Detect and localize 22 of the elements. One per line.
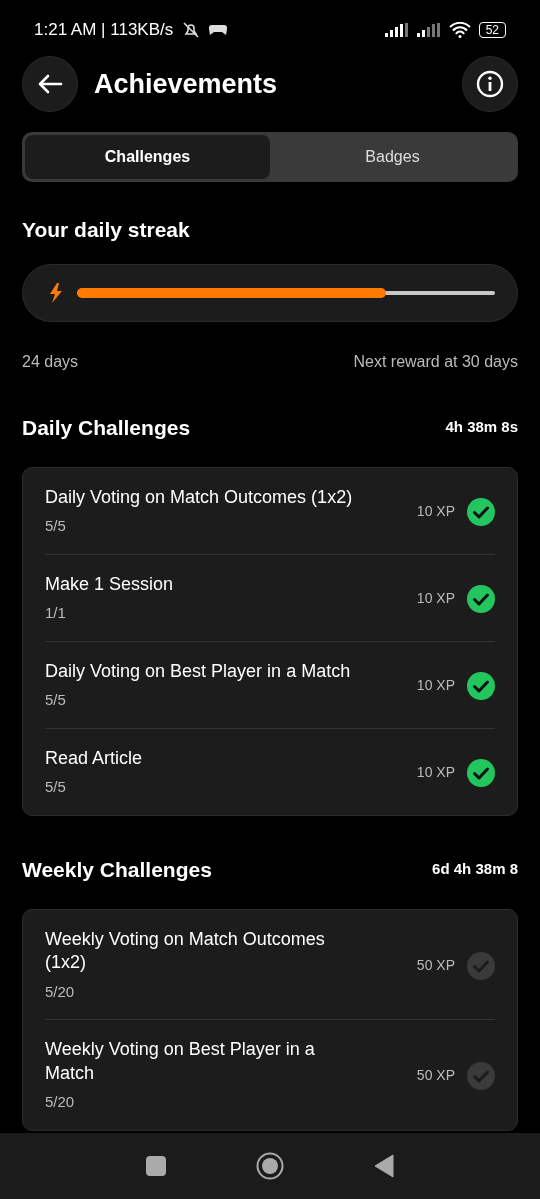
page-title: Achievements [94, 67, 279, 101]
challenge-name: Weekly Voting on Match Outcomes (1x2) [45, 928, 326, 975]
challenge-name: Daily Voting on Best Player in a Match [45, 659, 352, 683]
status-time: 1:21 AM | 113KB/s [34, 19, 174, 42]
next-reward-text: Next reward at 30 days [353, 351, 518, 372]
streak-days: 24 days [22, 349, 79, 374]
section-title: Your daily streak [22, 217, 191, 243]
countdown-timer: 4h 38m 8s [445, 417, 518, 437]
battery-indicator: 52 [478, 22, 506, 38]
challenge-name: Make 1 Session [45, 572, 175, 596]
xp-reward: 50 XP [416, 956, 455, 976]
xp-reward: 50 XP [416, 1066, 455, 1086]
countdown-timer: 6d 4h 38m 8 [432, 859, 518, 880]
xp-reward: 10 XP [416, 502, 455, 522]
challenge-name: Read Article [45, 746, 144, 770]
xp-reward: 10 XP [416, 676, 455, 696]
xp-reward: 10 XP [416, 763, 455, 783]
section-title: Weekly Challenges [22, 856, 212, 883]
challenge-name: Weekly Voting on Best Player in a Match [45, 1038, 316, 1085]
section-title: Daily Challenges [22, 414, 191, 441]
challenge-name: Daily Voting on Match Outcomes (1x2) [45, 486, 354, 509]
xp-reward: 10 XP [416, 589, 455, 609]
